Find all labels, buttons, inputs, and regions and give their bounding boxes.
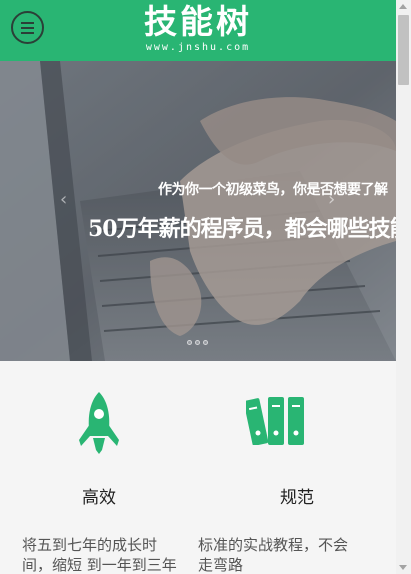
carousel-dots bbox=[187, 340, 208, 345]
feature-efficient: 高效 将五到七年的成长时间，缩短 到一年到三年 bbox=[0, 361, 198, 574]
feature-standard: 规范 标准的实战教程，不会走弯路 bbox=[198, 361, 396, 574]
header: 技能树 www.jnshu.com bbox=[0, 0, 396, 61]
hero-headline: 50万年薪的程序员，都会哪些技能呢？ bbox=[88, 216, 396, 242]
scroll-down-icon[interactable] bbox=[399, 565, 407, 570]
carousel-dot[interactable] bbox=[203, 340, 208, 345]
rocket-icon bbox=[79, 392, 119, 454]
feature-description: 将五到七年的成长时间，缩短 到一年到三年 bbox=[22, 536, 177, 574]
page: 技能树 www.jnshu.com 作为你一个初级菜鸟，你是否想要了解 50万年… bbox=[0, 0, 396, 574]
feature-title: 高效 bbox=[82, 488, 116, 508]
carousel-dot[interactable] bbox=[195, 340, 200, 345]
hero-carousel[interactable]: 作为你一个初级菜鸟，你是否想要了解 50万年薪的程序员，都会哪些技能呢？ ‹ › bbox=[0, 61, 396, 361]
binders-icon bbox=[246, 397, 304, 445]
feature-description: 标准的实战教程，不会走弯路 bbox=[198, 536, 349, 574]
scrollbar[interactable] bbox=[396, 0, 411, 574]
logo-url: www.jnshu.com bbox=[145, 42, 251, 53]
logo-title[interactable]: 技能树 bbox=[0, 3, 396, 41]
hero-subheadline: 作为你一个初级菜鸟，你是否想要了解 bbox=[158, 182, 388, 198]
scroll-thumb[interactable] bbox=[398, 15, 409, 85]
carousel-prev-icon[interactable]: ‹ bbox=[60, 189, 67, 210]
carousel-dot[interactable] bbox=[187, 340, 192, 345]
scroll-up-icon[interactable] bbox=[399, 4, 407, 9]
carousel-next-icon[interactable]: › bbox=[328, 189, 335, 210]
feature-title: 规范 bbox=[280, 488, 314, 508]
